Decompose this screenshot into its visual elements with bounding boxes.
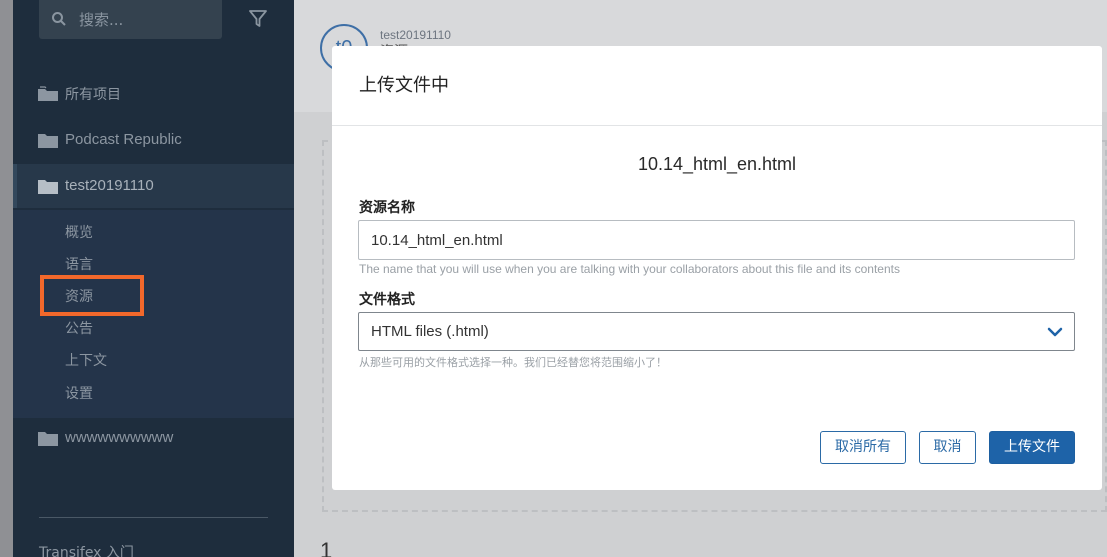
file-format-value: HTML files (.html) <box>371 323 489 340</box>
subnav-settings[interactable]: 设置 <box>65 383 93 403</box>
search-box[interactable]: 搜索... <box>39 0 222 39</box>
folder-icon <box>38 432 58 446</box>
sidebar-item-wwwwwwwwww[interactable]: wwwwwwwwww <box>13 416 294 460</box>
folder-icon <box>38 180 58 194</box>
window-edge <box>0 0 13 557</box>
subnav-overview[interactable]: 概览 <box>65 222 93 242</box>
cancel-button[interactable]: 取消 <box>919 431 976 464</box>
file-format-label: 文件格式 <box>359 292 415 308</box>
sidebar-divider <box>39 517 268 518</box>
annotation-highlight-box <box>40 275 144 316</box>
subnav-languages[interactable]: 语言 <box>65 254 93 274</box>
sidebar-item-test20191110[interactable]: test20191110 <box>13 164 294 208</box>
project-name: test20191110 <box>380 28 451 42</box>
modal-divider <box>332 125 1102 126</box>
filter-icon[interactable] <box>248 9 268 29</box>
sidebar-item-podcast-republic[interactable]: Podcast Republic <box>13 118 294 162</box>
uploaded-file-name: 10.14_html_en.html <box>637 154 797 174</box>
getting-started-link[interactable]: Transifex 入门 <box>39 542 134 557</box>
folders-icon <box>38 86 58 101</box>
sidebar: 搜索... 所有项目 Podcast Republic test20191110… <box>13 0 294 557</box>
chevron-down-icon <box>1047 327 1063 337</box>
file-format-select[interactable]: HTML files (.html) <box>358 312 1075 351</box>
sidebar-item-label: wwwwwwwwww <box>65 429 174 446</box>
sidebar-item-label: test20191110 <box>65 177 154 194</box>
file-format-help: 从那些可用的文件格式选择一种。我们已经替您将范围缩小了！ <box>359 356 667 369</box>
resource-name-input[interactable] <box>358 220 1075 260</box>
upload-file-button[interactable]: 上传文件 <box>989 431 1075 464</box>
sidebar-item-label: Podcast Republic <box>65 131 182 148</box>
sidebar-item-label: 所有项目 <box>65 87 121 103</box>
cancel-all-button[interactable]: 取消所有 <box>820 431 906 464</box>
search-placeholder: 搜索... <box>79 11 124 29</box>
step-number: 1 <box>320 538 333 557</box>
folder-icon <box>38 134 58 148</box>
modal-title: 上传文件中 <box>359 75 449 96</box>
search-icon <box>52 12 66 26</box>
sidebar-item-all-projects[interactable]: 所有项目 <box>13 71 294 115</box>
subnav-announcements[interactable]: 公告 <box>65 318 93 338</box>
resource-name-label: 资源名称 <box>359 200 415 216</box>
subnav-context[interactable]: 上下文 <box>65 350 107 370</box>
resource-name-help: The name that you will use when you are … <box>359 262 900 276</box>
upload-modal: 上传文件中 10.14_html_en.html 资源名称 The name t… <box>332 46 1102 490</box>
